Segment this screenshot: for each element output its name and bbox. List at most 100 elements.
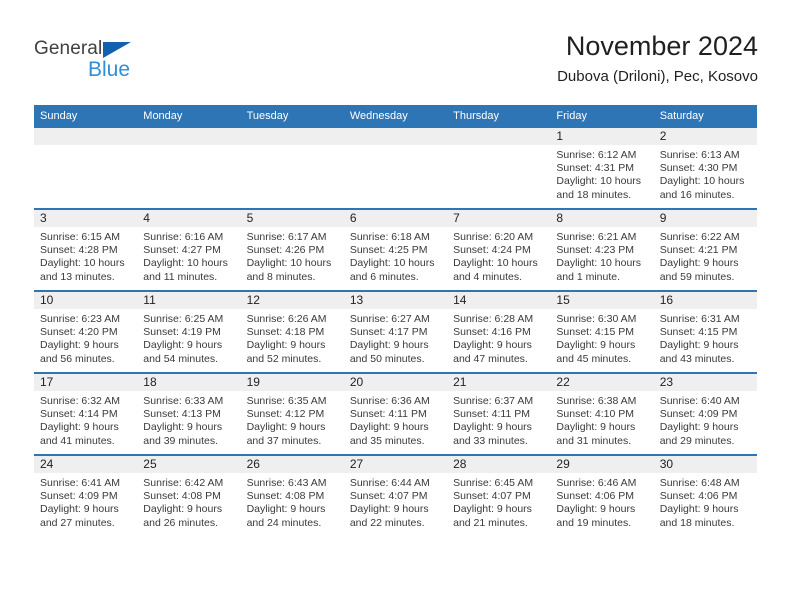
calendar-day-cell[interactable]: 21 Sunrise: 6:37 AM Sunset: 4:11 PM Dayligh…: [447, 372, 551, 455]
day-details: Sunrise: 6:15 AM Sunset: 4:28 PM Daylight:…: [34, 227, 137, 284]
day-number: 2: [653, 128, 757, 145]
calendar-day-cell[interactable]: 19 Sunrise: 6:35 AM Sunset: 4:12 PM Dayligh…: [240, 372, 344, 455]
calendar-day-cell[interactable]: 28 Sunrise: 6:45 AM Sunset: 4:07 PM Dayligh…: [447, 454, 551, 536]
calendar-day-cell[interactable]: 22 Sunrise: 6:38 AM Sunset: 4:10 PM Dayligh…: [550, 372, 654, 455]
brand-logo[interactable]: General Blue: [34, 38, 174, 84]
daylight-text: Daylight: 9 hours and 22 minutes.: [349, 503, 429, 529]
weekday-header-saturday: Saturday: [653, 105, 757, 128]
calendar-cell-empty: [137, 128, 241, 209]
page-title: November 2024: [565, 31, 758, 61]
daylight-text: Daylight: 9 hours and 24 minutes.: [246, 503, 326, 529]
sunset-text: Sunset: 4:20 PM: [40, 326, 118, 339]
sunset-text: Sunset: 4:26 PM: [246, 244, 325, 257]
calendar-page: General Blue November 2024 Dubova (Drilo…: [0, 0, 792, 612]
calendar-day-cell[interactable]: 13 Sunrise: 6:27 AM Sunset: 4:17 PM Dayligh…: [343, 290, 448, 373]
daylight-text: Daylight: 9 hours and 19 minutes.: [556, 503, 636, 529]
sunrise-text: Sunrise: 6:44 AM: [349, 477, 430, 489]
calendar-day-cell[interactable]: 29 Sunrise: 6:46 AM Sunset: 4:06 PM Dayligh…: [550, 454, 654, 536]
sunrise-text: Sunrise: 6:15 AM: [40, 231, 120, 243]
sunrise-text: Sunrise: 6:13 AM: [659, 149, 740, 161]
calendar-day-cell[interactable]: 14 Sunrise: 6:28 AM Sunset: 4:16 PM Dayligh…: [447, 290, 551, 373]
calendar-day-cell[interactable]: 7 Sunrise: 6:20 AM Sunset: 4:24 PM Daylight…: [447, 208, 551, 291]
calendar-week-row: 3 Sunrise: 6:15 AM Sunset: 4:28 PM Daylight…: [34, 208, 757, 291]
day-number: [240, 128, 344, 145]
calendar-day-cell[interactable]: 25 Sunrise: 6:42 AM Sunset: 4:08 PM Dayligh…: [137, 454, 241, 536]
sunrise-text: Sunrise: 6:35 AM: [246, 395, 327, 407]
calendar-day-cell[interactable]: 30 Sunrise: 6:48 AM Sunset: 4:06 PM Dayligh…: [653, 454, 757, 536]
day-details: Sunrise: 6:42 AM Sunset: 4:08 PM Daylight:…: [137, 473, 240, 530]
calendar-day-cell[interactable]: 16 Sunrise: 6:31 AM Sunset: 4:15 PM Dayligh…: [653, 290, 757, 373]
calendar-day-cell[interactable]: 20 Sunrise: 6:36 AM Sunset: 4:11 PM Dayligh…: [343, 372, 448, 455]
daylight-text: Daylight: 10 hours and 6 minutes.: [349, 257, 435, 283]
weekday-header-wednesday: Wednesday: [343, 105, 448, 128]
calendar-day-cell[interactable]: 6 Sunrise: 6:18 AM Sunset: 4:25 PM Daylight…: [343, 208, 448, 291]
daylight-text: Daylight: 9 hours and 43 minutes.: [659, 339, 739, 365]
day-details: Sunrise: 6:28 AM Sunset: 4:16 PM Daylight:…: [447, 309, 550, 366]
calendar-day-cell[interactable]: 2 Sunrise: 6:13 AM Sunset: 4:30 PM Daylight…: [653, 128, 757, 209]
day-number: [34, 128, 138, 145]
calendar-day-cell[interactable]: 17 Sunrise: 6:32 AM Sunset: 4:14 PM Dayligh…: [34, 372, 138, 455]
calendar-cell-empty: [240, 128, 344, 209]
day-details: Sunrise: 6:40 AM Sunset: 4:09 PM Daylight:…: [654, 391, 757, 448]
daylight-text: Daylight: 10 hours and 16 minutes.: [659, 175, 745, 201]
sunrise-text: Sunrise: 6:23 AM: [40, 313, 120, 325]
daylight-text: Daylight: 9 hours and 39 minutes.: [143, 421, 223, 447]
calendar-day-cell[interactable]: 18 Sunrise: 6:33 AM Sunset: 4:13 PM Dayligh…: [137, 372, 241, 455]
daylight-text: Daylight: 9 hours and 56 minutes.: [40, 339, 119, 365]
day-number: [343, 128, 448, 145]
calendar-day-cell[interactable]: 12 Sunrise: 6:26 AM Sunset: 4:18 PM Dayligh…: [240, 290, 344, 373]
calendar-day-cell[interactable]: 1 Sunrise: 6:12 AM Sunset: 4:31 PM Daylight…: [550, 128, 654, 209]
calendar-day-cell[interactable]: 4 Sunrise: 6:16 AM Sunset: 4:27 PM Daylight…: [137, 208, 241, 291]
calendar-day-cell[interactable]: 9 Sunrise: 6:22 AM Sunset: 4:21 PM Daylight…: [653, 208, 757, 291]
sunset-text: Sunset: 4:06 PM: [556, 490, 635, 503]
day-details: Sunrise: 6:48 AM Sunset: 4:06 PM Daylight:…: [654, 473, 757, 530]
calendar-day-cell[interactable]: 24 Sunrise: 6:41 AM Sunset: 4:09 PM Dayligh…: [34, 454, 138, 536]
sunset-text: Sunset: 4:07 PM: [453, 490, 531, 503]
day-details: Sunrise: 6:20 AM Sunset: 4:24 PM Daylight:…: [447, 227, 550, 284]
calendar-week-row: 10 Sunrise: 6:23 AM Sunset: 4:20 PM Dayligh…: [34, 290, 757, 373]
weekday-header-sunday: Sunday: [34, 105, 138, 128]
sunrise-text: Sunrise: 6:12 AM: [556, 149, 637, 161]
weekday-header-friday: Friday: [550, 105, 654, 128]
brand-name-blue: Blue: [88, 58, 131, 81]
calendar-day-cell[interactable]: 23 Sunrise: 6:40 AM Sunset: 4:09 PM Dayligh…: [653, 372, 757, 455]
sunrise-text: Sunrise: 6:41 AM: [40, 477, 120, 489]
day-details: Sunrise: 6:23 AM Sunset: 4:20 PM Daylight:…: [34, 309, 137, 366]
calendar-day-cell[interactable]: 15 Sunrise: 6:30 AM Sunset: 4:15 PM Dayligh…: [550, 290, 654, 373]
sunset-text: Sunset: 4:08 PM: [246, 490, 325, 503]
sunrise-text: Sunrise: 6:16 AM: [143, 231, 224, 243]
calendar-day-cell[interactable]: 10 Sunrise: 6:23 AM Sunset: 4:20 PM Dayligh…: [34, 290, 138, 373]
daylight-text: Daylight: 9 hours and 50 minutes.: [349, 339, 429, 365]
sunrise-text: Sunrise: 6:31 AM: [659, 313, 740, 325]
daylight-text: Daylight: 9 hours and 18 minutes.: [659, 503, 739, 529]
sunset-text: Sunset: 4:21 PM: [659, 244, 738, 257]
daylight-text: Daylight: 9 hours and 27 minutes.: [40, 503, 119, 529]
day-number: 17: [34, 374, 138, 391]
brand-name-general: General: [34, 38, 103, 59]
calendar-cell-empty: [34, 128, 138, 209]
day-details: Sunrise: 6:31 AM Sunset: 4:15 PM Daylight:…: [654, 309, 757, 366]
calendar-day-cell[interactable]: 8 Sunrise: 6:21 AM Sunset: 4:23 PM Daylight…: [550, 208, 654, 291]
daylight-text: Daylight: 9 hours and 35 minutes.: [349, 421, 429, 447]
daylight-text: Daylight: 9 hours and 47 minutes.: [453, 339, 532, 365]
calendar-day-cell[interactable]: 3 Sunrise: 6:15 AM Sunset: 4:28 PM Daylight…: [34, 208, 138, 291]
day-details: Sunrise: 6:22 AM Sunset: 4:21 PM Daylight:…: [654, 227, 757, 284]
sunrise-text: Sunrise: 6:30 AM: [556, 313, 637, 325]
calendar-day-cell[interactable]: 5 Sunrise: 6:17 AM Sunset: 4:26 PM Daylight…: [240, 208, 344, 291]
calendar-day-cell[interactable]: 26 Sunrise: 6:43 AM Sunset: 4:08 PM Dayligh…: [240, 454, 344, 536]
sunrise-text: Sunrise: 6:36 AM: [349, 395, 430, 407]
sunset-text: Sunset: 4:13 PM: [143, 408, 221, 421]
sunset-text: Sunset: 4:19 PM: [143, 326, 221, 339]
calendar-day-cell[interactable]: 27 Sunrise: 6:44 AM Sunset: 4:07 PM Dayligh…: [343, 454, 448, 536]
daylight-text: Daylight: 9 hours and 54 minutes.: [143, 339, 223, 365]
sunset-text: Sunset: 4:07 PM: [349, 490, 428, 503]
daylight-text: Daylight: 9 hours and 59 minutes.: [659, 257, 739, 283]
daylight-text: Daylight: 9 hours and 45 minutes.: [556, 339, 636, 365]
daylight-text: Daylight: 9 hours and 52 minutes.: [246, 339, 326, 365]
day-details: Sunrise: 6:27 AM Sunset: 4:17 PM Daylight:…: [344, 309, 447, 366]
daylight-text: Daylight: 9 hours and 33 minutes.: [453, 421, 532, 447]
calendar-day-cell[interactable]: 11 Sunrise: 6:25 AM Sunset: 4:19 PM Dayligh…: [137, 290, 241, 373]
weekday-header-monday: Monday: [137, 105, 241, 128]
sunset-text: Sunset: 4:08 PM: [143, 490, 221, 503]
day-number: 10: [34, 292, 138, 309]
